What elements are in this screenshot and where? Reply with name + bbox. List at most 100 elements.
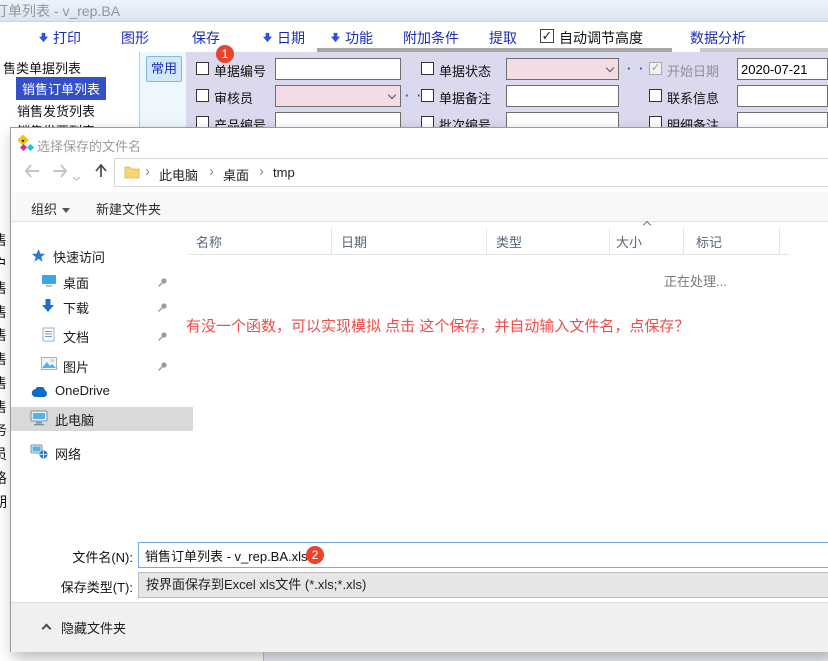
filter-form: 常用 单据编号 单据状态 · · ✓ 开始日期 审核员 · · 单据备注 联系信… [140,52,828,127]
column-header-tags[interactable]: 标记 [696,232,722,251]
doc-note-input[interactable] [506,85,619,107]
conditions-button[interactable]: 附加条件 [403,28,459,48]
column-header-name[interactable]: 名称 [196,232,222,251]
start-date-checkbox[interactable]: ✓ [649,62,662,75]
doc-no-checkbox[interactable] [196,62,209,75]
pin-icon [157,301,168,316]
breadcrumb-this-pc[interactable]: 此电脑 [159,165,198,184]
sidebar-item-doc-lists[interactable]: 售类单据列表 [3,58,81,77]
app-sidebar-clipped-strip: 售 户 售 售 售 售 售 售 务 员 格 期 [0,127,10,652]
breadcrumb-separator: › [259,163,264,180]
column-header-date[interactable]: 日期 [341,232,367,251]
breadcrumb-separator: › [209,163,214,180]
this-pc-icon [30,410,48,429]
auditor-label: 审核员 [214,88,253,107]
functions-dropdown-icon[interactable] [330,31,341,46]
print-dropdown-icon[interactable] [38,31,49,46]
clipped-char: 售 [0,397,7,417]
network-icon [30,444,48,462]
filename-input[interactable] [138,542,828,568]
save-button[interactable]: 保存 [192,28,220,48]
doc-status-checkbox[interactable] [421,62,434,75]
sidebar-pictures[interactable]: 图片 [11,354,193,378]
auditor-combo[interactable] [275,85,401,107]
auditor-checkbox[interactable] [196,89,209,102]
start-date-label: 开始日期 [667,61,719,80]
doc-note-label: 单据备注 [439,88,491,107]
save-file-dialog: 选择保存的文件名 › 此电脑 › 桌面 › tmp 组织 新建文件夹 名称 日期… [10,127,828,652]
dialog-title: 选择保存的文件名 [37,136,141,155]
doc-note-checkbox[interactable] [421,89,434,102]
auto-height-label: 自动调节高度 [559,28,643,48]
analysis-button[interactable]: 数据分析 [690,28,746,48]
auto-height-checkbox[interactable]: ✓ [540,29,554,43]
recent-locations-icon[interactable] [74,168,79,183]
forward-icon[interactable] [51,163,69,182]
clipped-char: 售 [0,349,7,369]
star-icon [31,248,46,266]
organize-button[interactable]: 组织 [31,199,70,218]
sidebar-onedrive[interactable]: OneDrive [11,380,193,404]
doc-no-label: 单据编号 [214,61,266,80]
sidebar-this-pc[interactable]: 此电脑 [11,407,193,431]
hide-folders-button[interactable]: 隐藏文件夹 [61,618,126,637]
chevron-down-icon [606,64,614,72]
address-bar[interactable]: › 此电脑 › 桌面 › tmp [114,158,828,187]
graph-button[interactable]: 图形 [121,28,149,48]
savetype-label: 保存类型(T): [11,577,133,596]
clipped-char: 务 [0,420,7,440]
clipped-char: 期 [0,492,7,512]
sidebar-network[interactable]: 网络 [11,441,193,465]
dialog-nav-row: › 此电脑 › 桌面 › tmp [11,156,828,190]
sidebar-downloads[interactable]: 下载 [11,295,193,319]
tab-common[interactable]: 常用 [146,56,182,82]
divider[interactable] [486,228,487,254]
sidebar-quick-access[interactable]: 快速访问 [11,244,193,268]
app-titlebar: 订单列表 - v_rep.BA [0,0,828,22]
start-date-input[interactable] [737,58,828,80]
date-dropdown-icon[interactable] [262,31,273,46]
divider[interactable] [683,228,684,254]
sidebar-documents[interactable]: 文档 [11,324,193,348]
filename-label: 文件名(N): [11,547,133,566]
contact-input[interactable] [737,85,828,107]
clipped-char: 户 [0,254,7,274]
sidebar-item-sales-orders[interactable]: 销售订单列表 [16,77,106,100]
save-step-badge: 1 [216,45,234,63]
sidebar-desktop[interactable]: 桌面 [11,270,193,294]
document-icon [42,327,55,345]
desktop-icon [41,273,57,291]
range-dots[interactable]: · · [627,61,645,76]
sidebar-item-sales-shipments[interactable]: 销售发货列表 [17,101,95,120]
print-button[interactable]: 打印 [53,28,81,48]
dialog-footer: 隐藏文件夹 [11,602,828,652]
doc-status-combo[interactable] [506,58,619,80]
tab-panel: 常用 [140,52,186,127]
sort-indicator-icon [643,221,651,229]
divider[interactable] [609,228,610,254]
contact-checkbox[interactable] [649,89,662,102]
chevron-up-icon[interactable] [42,624,52,634]
processing-status: 正在处理... [664,271,727,290]
annotation-note: 有没一个函数，可以实现模拟 点击 这个保存，并自动输入文件名，点保存？ [186,315,689,336]
column-header-type[interactable]: 类型 [496,232,522,251]
divider[interactable] [331,228,332,254]
breadcrumb-desktop[interactable]: 桌面 [223,165,249,184]
new-folder-button[interactable]: 新建文件夹 [96,199,161,218]
functions-button[interactable]: 功能 [345,28,373,48]
breadcrumb-tmp[interactable]: tmp [273,165,295,180]
breadcrumb-separator: › [145,163,150,180]
back-icon[interactable] [23,163,41,182]
date-button[interactable]: 日期 [277,28,305,48]
divider[interactable] [779,228,780,254]
column-header-size[interactable]: 大小 [616,232,642,251]
pin-icon [157,276,168,291]
pictures-icon [41,357,57,373]
extract-button[interactable]: 提取 [489,28,517,48]
doc-no-input[interactable] [275,58,401,80]
savetype-dropdown[interactable]: 按界面保存到Excel xls文件 (*.xls;*.xls) [138,572,828,598]
folder-icon [124,165,140,182]
divider [189,254,789,255]
pin-icon [157,330,168,345]
up-icon[interactable] [93,163,109,182]
